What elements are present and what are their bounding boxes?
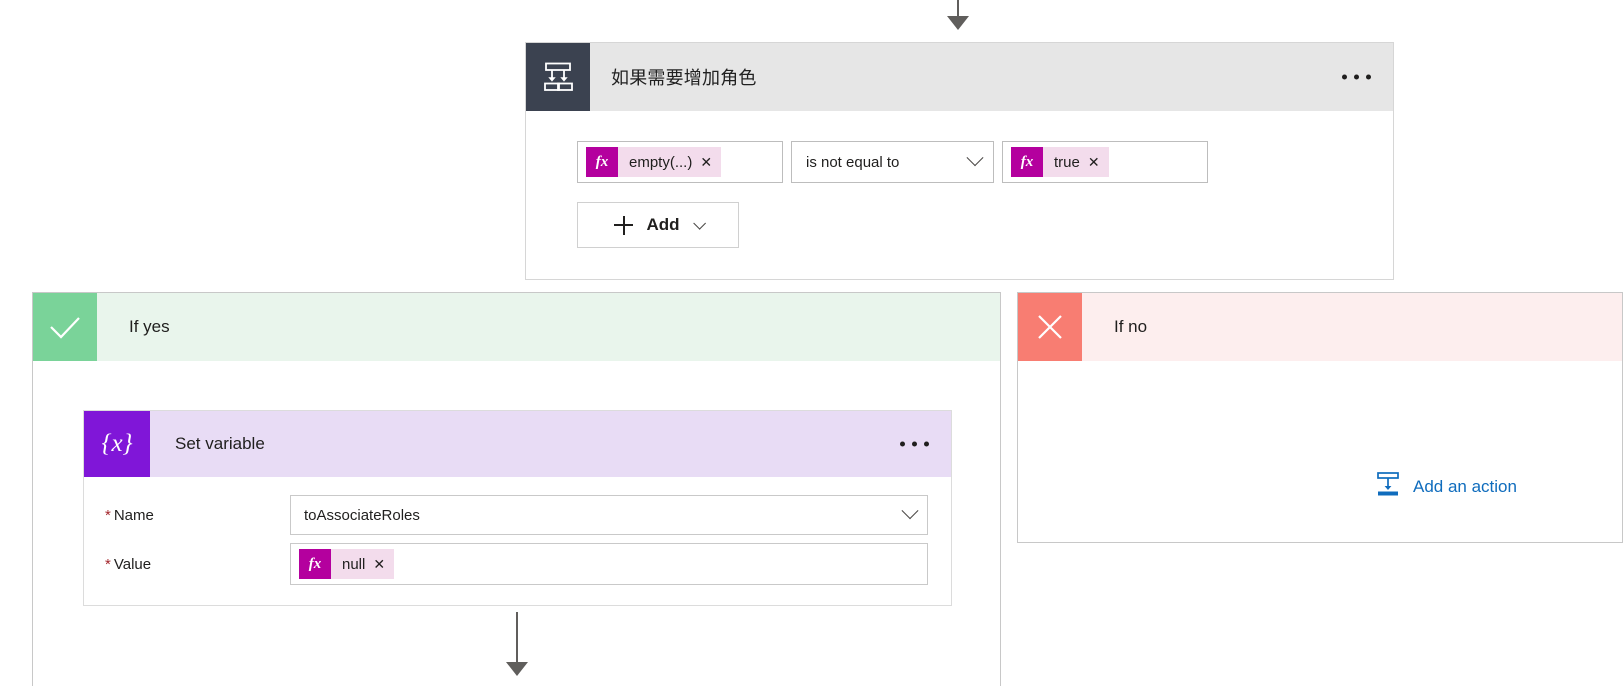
set-variable-card-body: * Name toAssociateRoles * Value fx null ✕ [84,477,951,585]
add-condition-button[interactable]: Add [577,202,739,248]
condition-card-body: fx empty(...) ✕ is not equal to fx true … [526,111,1393,248]
insert-action-icon [1375,471,1401,502]
condition-card-title: 如果需要增加角色 [611,68,757,88]
required-asterisk: * [105,555,111,573]
condition-row: fx empty(...) ✕ is not equal to fx true … [577,141,1393,183]
right-operand-token-label: true [1054,153,1080,171]
set-variable-card[interactable]: {x} Set variable * Name toAssociateRoles … [83,410,952,606]
right-operand-token[interactable]: fx true ✕ [1011,147,1109,177]
required-asterisk: * [105,506,111,524]
branch-if-no-header: If no [1018,293,1622,361]
add-an-action-label: Add an action [1413,476,1517,496]
left-operand-remove-icon[interactable]: ✕ [700,155,721,169]
branch-if-no: If no [1017,292,1623,543]
set-variable-name-dropdown[interactable]: toAssociateRoles [290,495,928,535]
chevron-down-icon [901,502,919,520]
condition-overflow-menu-button[interactable] [1342,74,1371,80]
condition-card-header: 如果需要增加角色 [526,43,1393,111]
left-operand-token-label: empty(...) [629,153,693,171]
set-variable-value-remove-icon[interactable]: ✕ [373,557,394,571]
checkmark-icon [33,293,97,361]
condition-right-operand-field[interactable]: fx true ✕ [1002,141,1208,183]
set-variable-value-token-label: null [342,555,366,573]
set-variable-icon: {x} [84,411,150,477]
condition-operator-value: is not equal to [806,153,900,171]
set-variable-value-label-text: Value [113,555,152,573]
add-condition-label: Add [646,215,680,234]
flow-designer-canvas: 如果需要增加角色 fx empty(...) ✕ is not equal to [0,0,1623,686]
set-variable-icon-glyph: {x} [101,430,133,457]
branch-if-yes-header: If yes [33,293,1000,361]
condition-branch-icon [526,43,590,111]
branch-if-yes-label: If yes [129,317,170,336]
set-variable-value-token[interactable]: fx null ✕ [299,549,395,579]
right-operand-remove-icon[interactable]: ✕ [1088,155,1109,169]
set-variable-name-value: toAssociateRoles [304,506,420,524]
fx-icon: fx [1011,147,1043,177]
condition-left-operand-field[interactable]: fx empty(...) ✕ [577,141,783,183]
set-variable-name-label-text: Name [113,506,154,524]
add-an-action-button[interactable]: Add an action [1375,471,1517,502]
branch-if-no-label: If no [1114,317,1148,336]
condition-card[interactable]: 如果需要增加角色 fx empty(...) ✕ is not equal to [525,42,1394,280]
set-variable-value-label: * Value [105,556,290,573]
set-variable-card-header: {x} Set variable [84,411,951,477]
chevron-down-icon [966,149,984,167]
left-operand-token[interactable]: fx empty(...) ✕ [586,147,722,177]
set-variable-card-title: Set variable [175,434,265,453]
fx-icon: fx [586,147,618,177]
set-variable-name-row: * Name toAssociateRoles [84,495,951,535]
condition-operator-dropdown[interactable]: is not equal to [791,141,994,183]
set-variable-overflow-menu-button[interactable] [900,441,929,447]
plus-icon [614,215,634,235]
close-icon [1018,293,1082,361]
chevron-down-icon [692,216,706,230]
fx-icon: fx [299,549,331,579]
set-variable-value-row: * Value fx null ✕ [84,543,951,585]
set-variable-name-label: * Name [105,507,290,524]
set-variable-value-input[interactable]: fx null ✕ [290,543,928,585]
